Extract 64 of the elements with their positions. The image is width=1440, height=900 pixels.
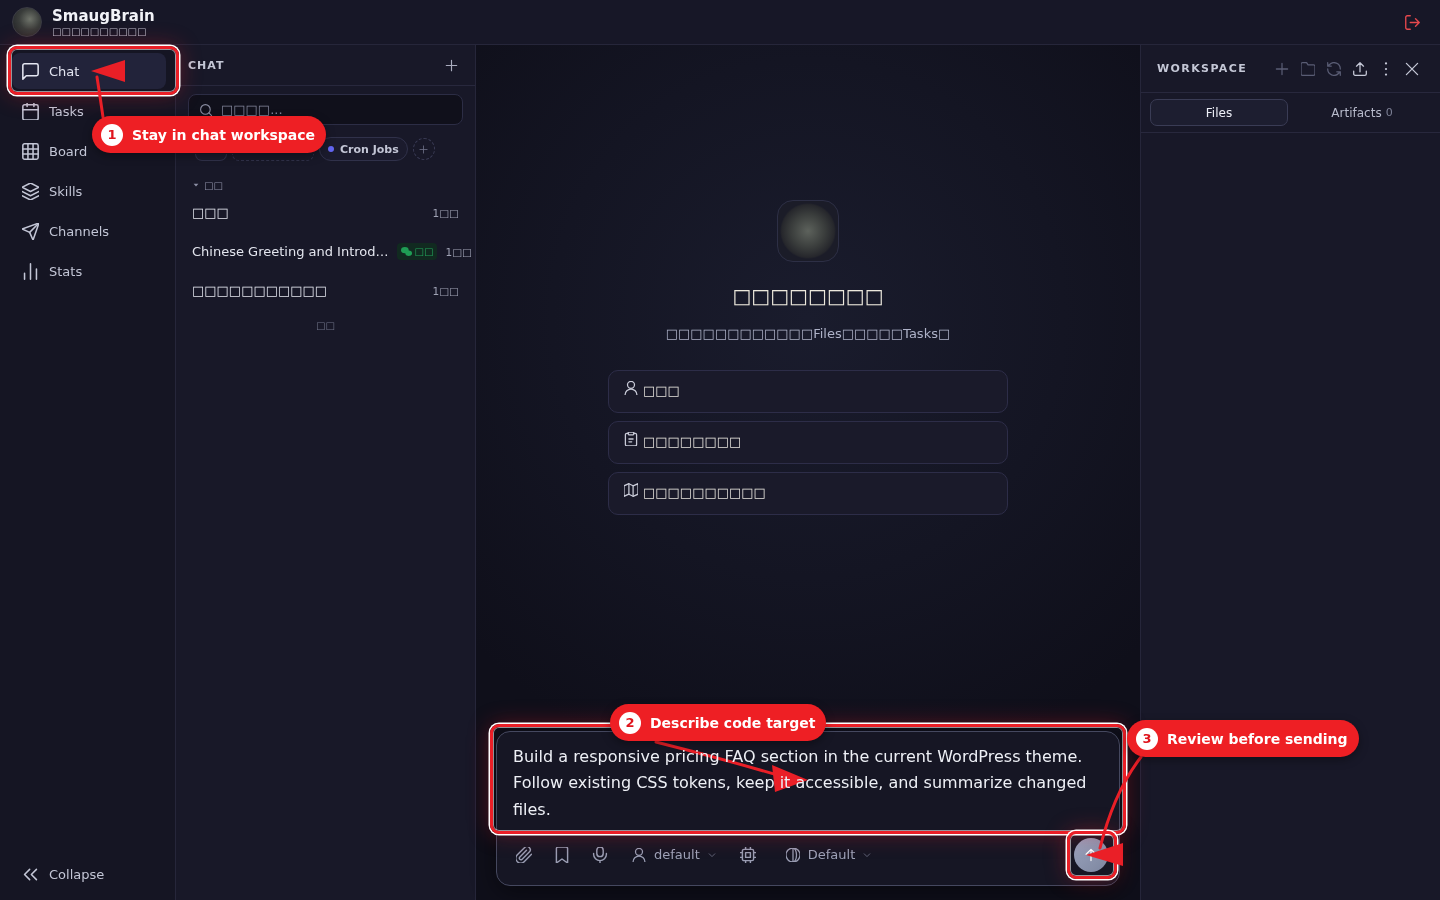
app-name: SmaugBrain	[52, 6, 155, 25]
tab[interactable]: Artifacts 0	[1293, 99, 1431, 126]
chip-icon[interactable]	[739, 846, 756, 863]
agent-selector[interactable]: default	[626, 841, 722, 868]
chat-bubbles-icon	[400, 246, 412, 257]
nav-item[interactable]: Channels	[12, 213, 110, 249]
logout-icon[interactable]	[1405, 14, 1420, 30]
badge-label: □□	[414, 246, 434, 257]
search-icon	[200, 103, 212, 116]
suggestion-card[interactable]: □□□□□□□□□□	[608, 472, 1008, 515]
panel-title: CHAT	[188, 58, 225, 72]
collapse-button[interactable]: Collapse	[12, 856, 105, 892]
person-icon	[624, 381, 638, 395]
refresh-icon[interactable]	[1327, 61, 1341, 76]
paperclip-icon[interactable]	[516, 846, 532, 863]
chevron-down-icon	[707, 850, 716, 859]
chevron-down-icon	[863, 850, 872, 859]
conversation-time: 1□□	[432, 206, 459, 219]
bar-chart-icon	[22, 262, 39, 280]
map-icon	[624, 483, 638, 497]
folder-icon[interactable]	[1301, 61, 1315, 76]
conversation-title[interactable]: Chinese Greeting and Introd…	[192, 244, 389, 259]
person-icon	[632, 847, 646, 862]
suggestion-card[interactable]: □□□□□□□□	[608, 421, 1008, 464]
bookmark-icon[interactable]	[554, 846, 570, 863]
conversation-time: 1□□	[445, 245, 472, 258]
step-number: 3	[1136, 727, 1158, 750]
nav-item[interactable]: Skills	[12, 173, 83, 209]
step-number: 2	[619, 711, 641, 734]
grid-icon	[22, 142, 39, 160]
upload-icon[interactable]	[1353, 61, 1367, 76]
conversation-time: 1□□	[432, 284, 459, 297]
nav-item[interactable]: Board	[12, 133, 88, 169]
plus-icon	[419, 144, 429, 154]
mode-selector[interactable]: Default	[779, 841, 878, 868]
filter-chip[interactable]: Cron Jobs	[319, 137, 408, 161]
layers-icon	[22, 182, 39, 200]
group-toggle[interactable]: □□	[176, 177, 223, 193]
chat-bubble-icon	[22, 62, 39, 80]
tab[interactable]: Files	[1150, 99, 1288, 126]
logo-circle	[12, 7, 42, 37]
suggestion-card[interactable]: □□□	[608, 370, 1008, 413]
nav-item[interactable]: Tasks	[12, 93, 84, 129]
message-input[interactable]: Build a responsive pricing FAQ section in the current WordPress theme. Follow existing CSS tokens, keep it accessible, and summarize changed files.	[497, 731, 1119, 828]
microphone-icon[interactable]	[592, 846, 608, 863]
welcome-title: □□□□□□□□	[732, 284, 884, 308]
step-number: 1	[101, 123, 123, 146]
welcome-subtitle: □□□□□□□□□□□□Files□□□□□Tasks□	[665, 325, 951, 343]
callout-text: Describe code target	[650, 714, 816, 731]
nav-item[interactable]: Chat	[12, 53, 166, 89]
calendar-icon	[22, 102, 39, 120]
panel-title: WORKSPACE	[1157, 62, 1248, 75]
close-icon[interactable]	[1405, 61, 1419, 76]
callout-text: Stay in chat workspace	[132, 126, 316, 143]
list-footer-text: □□	[316, 320, 335, 331]
plus-icon[interactable]	[445, 58, 458, 72]
paper-plane-icon	[22, 222, 39, 240]
nav-item[interactable]: Stats	[12, 253, 83, 289]
avatar-placeholder	[777, 200, 839, 262]
app-subtitle: □□□□□□□□□□	[52, 25, 148, 38]
conversation-title[interactable]: □□□	[192, 205, 425, 220]
callout-text: Review before sending	[1167, 730, 1348, 747]
conversation-title[interactable]: □□□□□□□□□□□	[192, 283, 425, 298]
clipboard-icon	[624, 432, 638, 446]
